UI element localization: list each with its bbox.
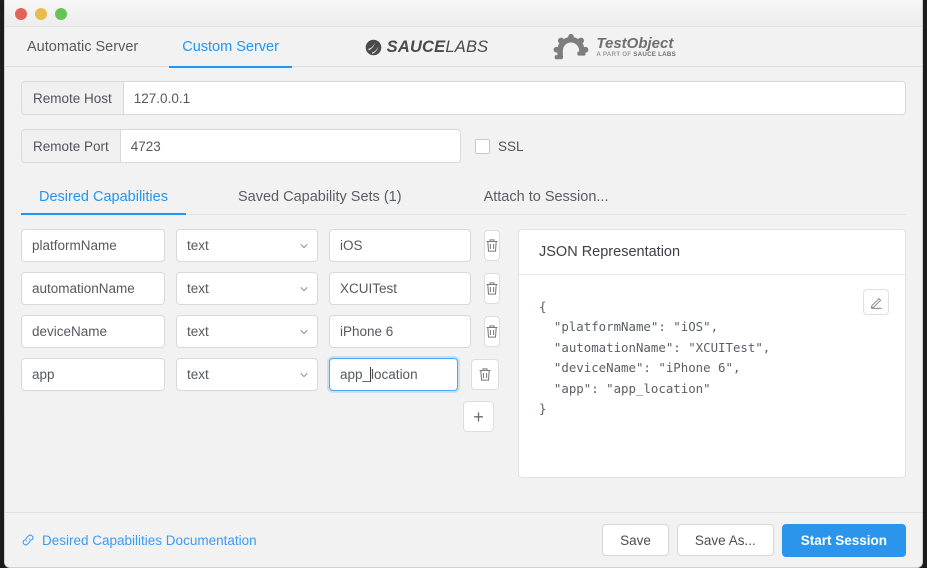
ssl-label: SSL (498, 138, 524, 154)
tab-attach-to-session-label: Attach to Session... (483, 189, 609, 205)
remote-port-input[interactable] (120, 130, 460, 162)
capability-value-input[interactable] (329, 229, 471, 262)
server-config-body: Remote Host Remote Port SSL Desired Capa… (5, 81, 922, 478)
testobject-logo: TestObject A PART OF SAUCE LABS (552, 34, 676, 60)
capability-type-select[interactable]: text (176, 229, 318, 262)
footer-actions: Save Save As... Start Session (602, 523, 906, 557)
json-content: { "platformName": "iOS", "automationName… (539, 299, 771, 417)
ssl-option[interactable]: SSL (475, 138, 524, 154)
delete-capability-button[interactable] (484, 230, 500, 261)
footer-bar: Desired Capabilities Documentation Save … (5, 512, 922, 567)
capability-name-input[interactable] (21, 272, 165, 305)
remote-host-group: Remote Host (21, 81, 906, 115)
capability-name-input[interactable] (21, 315, 165, 348)
remote-port-label: Remote Port (22, 130, 121, 162)
maximize-window-icon[interactable] (55, 8, 67, 20)
capability-type-select[interactable]: text (176, 358, 318, 391)
capability-value-text-after: location (371, 367, 418, 382)
appium-window: Automatic Server Custom Server SAUCELABS (4, 0, 923, 568)
delete-capability-button[interactable] (484, 273, 500, 304)
capability-name-input[interactable] (21, 358, 165, 391)
tab-automatic-server[interactable]: Automatic Server (5, 27, 160, 67)
json-panel-body: { "platformName": "iOS", "automationName… (519, 275, 905, 442)
server-tab-bar: Automatic Server Custom Server SAUCELABS (5, 27, 922, 68)
capability-type-select[interactable]: text (176, 272, 318, 305)
tab-custom-server-label: Custom Server (182, 39, 279, 55)
testobject-logo-icon (554, 34, 589, 60)
documentation-link-label: Desired Capabilities Documentation (42, 532, 257, 548)
trash-icon (486, 239, 498, 252)
table-row: text app_location (21, 358, 499, 391)
remote-host-input[interactable] (123, 82, 905, 114)
title-bar (5, 0, 922, 27)
add-capability-row: + (21, 401, 499, 432)
remote-host-row: Remote Host (21, 81, 906, 115)
remote-port-row: Remote Port SSL (21, 129, 906, 163)
json-panel-title: JSON Representation (519, 230, 905, 275)
trash-icon (479, 368, 491, 381)
add-capability-button[interactable]: + (463, 401, 494, 432)
trash-icon (486, 282, 498, 295)
capability-rows: text (21, 229, 500, 478)
testobject-subtitle: A PART OF SAUCE LABS (596, 50, 676, 58)
capability-value-text-before: app_ (340, 367, 371, 382)
tab-desired-capabilities[interactable]: Desired Capabilities (21, 189, 186, 215)
documentation-link[interactable]: Desired Capabilities Documentation (21, 533, 257, 548)
capability-value-input-focused[interactable]: app_ location (329, 358, 459, 391)
table-row: text (21, 315, 500, 348)
chevron-down-icon (300, 330, 308, 335)
close-window-icon[interactable] (15, 8, 27, 20)
capability-editor: text (21, 229, 906, 478)
edit-json-button[interactable] (863, 289, 889, 315)
saucelabs-logo: SAUCELABS (365, 38, 489, 57)
tab-desired-capabilities-label: Desired Capabilities (39, 189, 168, 205)
trash-icon (486, 325, 498, 338)
chevron-down-icon (300, 373, 308, 378)
save-as-button[interactable]: Save As... (676, 524, 774, 556)
logo-group: SAUCELABS TestObject A PART OF SAUCE LAB… (365, 27, 922, 67)
ssl-checkbox[interactable] (475, 138, 490, 154)
window-controls[interactable] (15, 8, 67, 20)
capability-value-input[interactable] (329, 315, 471, 348)
capability-tabs: Desired Capabilities Saved Capability Se… (21, 181, 906, 215)
testobject-wordmark: TestObject A PART OF SAUCE LABS (596, 36, 676, 58)
remote-host-label: Remote Host (22, 82, 124, 114)
table-row: text (21, 229, 500, 262)
tab-attach-to-session[interactable]: Attach to Session... (466, 189, 627, 214)
capability-type-value: text (187, 238, 209, 253)
start-session-button[interactable]: Start Session (781, 523, 906, 557)
capability-type-value: text (187, 367, 209, 382)
save-button[interactable]: Save (602, 524, 669, 556)
delete-capability-button[interactable] (471, 359, 499, 390)
delete-capability-button[interactable] (484, 316, 500, 347)
capability-type-value: text (187, 281, 209, 296)
tab-saved-capability-sets[interactable]: Saved Capability Sets (1) (220, 189, 420, 214)
minimize-window-icon[interactable] (35, 8, 47, 20)
link-icon (22, 534, 34, 546)
screen: Automatic Server Custom Server SAUCELABS (0, 0, 927, 568)
capability-type-value: text (187, 324, 209, 339)
json-representation-panel: JSON Representation { "platformName": "i… (518, 229, 906, 478)
plus-icon: + (473, 406, 484, 427)
testobject-title: TestObject (596, 34, 674, 52)
chevron-down-icon (300, 244, 308, 249)
capability-type-select[interactable]: text (176, 315, 318, 348)
remote-port-group: Remote Port (21, 129, 461, 163)
capability-name-input[interactable] (21, 229, 165, 262)
chevron-down-icon (300, 287, 308, 292)
capability-value-input[interactable] (329, 272, 471, 305)
pencil-icon (870, 297, 882, 309)
tab-custom-server[interactable]: Custom Server (160, 27, 301, 68)
tab-saved-capability-sets-label: Saved Capability Sets (1) (237, 189, 402, 205)
table-row: text (21, 272, 500, 305)
saucelabs-logo-icon (365, 39, 381, 55)
saucelabs-wordmark: SAUCELABS (386, 37, 489, 56)
tab-automatic-server-label: Automatic Server (27, 39, 139, 55)
